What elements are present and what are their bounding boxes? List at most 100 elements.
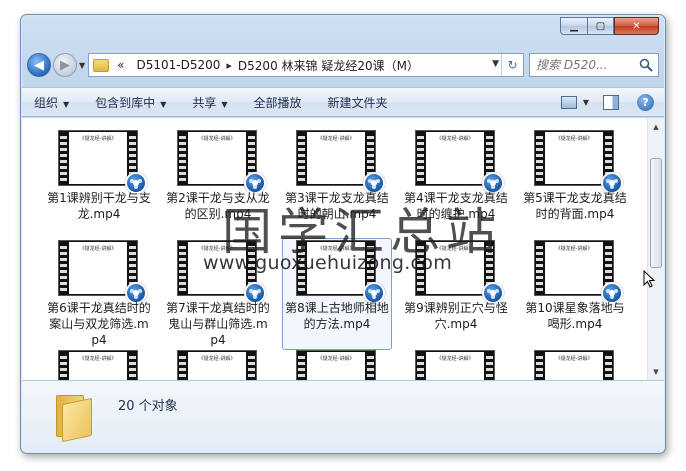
video-thumbnail: 《疑龙经-讲解》 bbox=[534, 130, 623, 194]
film-strip bbox=[536, 353, 543, 380]
thumbnail-frame: 《疑龙经-讲解》 bbox=[545, 352, 603, 380]
video-thumbnail: 《疑龙经-讲解》 bbox=[534, 240, 623, 304]
thumbnail-caption: 《疑龙经-讲解》 bbox=[79, 356, 117, 362]
thumbnail-frame: 《疑龙经-讲解》 bbox=[188, 132, 246, 184]
organize-menu[interactable]: 组织 ▼ bbox=[34, 94, 69, 111]
thumbnail-caption: 《疑龙经-讲解》 bbox=[317, 356, 355, 362]
thumbnail-frame: 《疑龙经-讲解》 bbox=[69, 352, 127, 380]
folder-icon bbox=[93, 58, 110, 72]
file-item[interactable]: 《疑龙经-讲解》第5课干龙支龙真结时的背面.mp4 bbox=[520, 128, 630, 240]
thumbnail-frame: 《疑龙经-讲解》 bbox=[307, 132, 365, 184]
change-view-icon[interactable] bbox=[560, 96, 577, 109]
refresh-button[interactable]: ↻ bbox=[501, 54, 523, 76]
caret-down-icon[interactable]: ▼ bbox=[583, 98, 589, 107]
film-strip bbox=[536, 243, 543, 293]
film-strip bbox=[129, 353, 136, 380]
file-item[interactable]: 《疑龙经-讲解》第1课辨别干龙与支龙.mp4 bbox=[44, 128, 154, 240]
film-strip bbox=[60, 243, 67, 293]
preview-pane-icon[interactable] bbox=[603, 95, 619, 110]
chevron-down-icon[interactable]: ▼ bbox=[492, 59, 499, 69]
file-item[interactable]: 《疑龙经-讲解》第8课上古地师相地的方法.mp4 bbox=[282, 238, 392, 350]
thumbnail-frame: 《疑龙经-讲解》 bbox=[545, 132, 603, 184]
file-name: 第5课干龙支龙真结时的背面.mp4 bbox=[523, 191, 627, 221]
refresh-icon: ↻ bbox=[507, 58, 518, 72]
thumbnail-frame: 《疑龙经-讲解》 bbox=[307, 352, 365, 380]
search-icon[interactable] bbox=[639, 58, 653, 72]
folder-icon bbox=[56, 395, 96, 443]
thumbnail-caption: 《疑龙经-讲解》 bbox=[436, 136, 474, 142]
file-item[interactable]: 《疑龙经-讲解》 bbox=[520, 348, 630, 380]
film-strip bbox=[179, 133, 186, 183]
share-menu[interactable]: 共享 ▼ bbox=[192, 94, 227, 111]
file-list-view[interactable]: 《疑龙经-讲解》 第1课辨别干龙与支龙.mp4 《疑龙经-讲解》 第2课干龙与支从龙的… bbox=[22, 118, 664, 380]
film-strip bbox=[60, 133, 67, 183]
file-item[interactable]: 《疑龙经-讲解》 第9课辨别正穴与怪穴.mp4 bbox=[401, 238, 511, 350]
help-icon[interactable]: ? bbox=[637, 94, 654, 111]
file-name: 第10课星象落地与喝形.mp4 bbox=[525, 301, 625, 331]
scrollbar-thumb[interactable] bbox=[650, 158, 662, 268]
file-name: 第4课干龙支龙真结时的缠护.mp4 bbox=[404, 191, 508, 221]
maximize-button[interactable]: ▢ bbox=[587, 17, 614, 35]
file-name: 第7课干龙真结时的鬼山与群山筛选.mp4 bbox=[166, 301, 270, 347]
back-button[interactable]: ◀ bbox=[27, 53, 51, 77]
film-strip bbox=[298, 353, 305, 380]
scroll-up-icon[interactable]: ▲ bbox=[648, 118, 664, 135]
play-all-button[interactable]: 全部播放 bbox=[254, 94, 302, 111]
thumbnail-caption: 《疑龙经-讲解》 bbox=[79, 246, 117, 252]
thumbnail-frame: 《疑龙经-讲解》 bbox=[426, 352, 484, 380]
film-strip bbox=[536, 133, 543, 183]
thumbnail-frame: 《疑龙经-讲解》 bbox=[426, 132, 484, 184]
search-input[interactable] bbox=[536, 58, 636, 72]
film-strip bbox=[605, 353, 612, 380]
caret-down-icon: ▼ bbox=[160, 99, 167, 109]
include-in-library-menu[interactable]: 包含到库中 ▼ bbox=[95, 94, 166, 111]
thumbnail-caption: 《疑龙经-讲解》 bbox=[317, 246, 355, 252]
new-folder-button[interactable]: 新建文件夹 bbox=[328, 94, 388, 111]
thumbnail-caption: 《疑龙经-讲解》 bbox=[555, 136, 593, 142]
breadcrumb-overflow[interactable]: « bbox=[117, 58, 124, 72]
forward-button[interactable]: ▶ bbox=[53, 53, 77, 77]
video-thumbnail: 《疑龙经-讲解》 bbox=[415, 130, 504, 194]
file-item[interactable]: 《疑龙经-讲解》 bbox=[282, 348, 392, 380]
caret-down-icon: ▼ bbox=[63, 99, 70, 109]
file-item[interactable]: 《疑龙经-讲解》 bbox=[163, 348, 273, 380]
breadcrumb-item-2[interactable]: D5200 林来锦 疑龙经20课（M） bbox=[238, 57, 419, 74]
file-item[interactable]: 《疑龙经-讲解》 第6课干龙真结时的案山与双龙筛选.mp4 bbox=[44, 238, 154, 350]
address-bar[interactable]: « D5101-D5200 ▸ D5200 林来锦 疑龙经20课（M） ▼ ↻ bbox=[88, 53, 524, 77]
toolbar-right: ▼ ? bbox=[560, 94, 654, 111]
thumbnail-frame: 《疑龙经-讲解》 bbox=[307, 242, 365, 294]
thumbnail-caption: 《疑龙经-讲解》 bbox=[436, 356, 474, 362]
minimize-button[interactable]: ▁ bbox=[560, 17, 587, 35]
address-row: ◀ ▶ ▼ « D5101-D5200 ▸ D5200 林来锦 疑龙经20课（M… bbox=[27, 51, 659, 79]
thumbnail-caption: 《疑龙经-讲解》 bbox=[436, 246, 474, 252]
file-item[interactable]: 《疑龙经-讲解》 bbox=[401, 348, 511, 380]
video-thumbnail: 《疑龙经-讲解》 bbox=[296, 350, 376, 380]
breadcrumb-item-1[interactable]: D5101-D5200 bbox=[137, 58, 221, 72]
item-count: 20 个对象 bbox=[118, 399, 178, 414]
thumbnail-frame: 《疑龙经-讲解》 bbox=[545, 242, 603, 294]
thumbnail-caption: 《疑龙经-讲解》 bbox=[198, 356, 236, 362]
file-item[interactable]: 《疑龙经-讲解》 第3课干龙支龙真结时的朝山.mp4 bbox=[282, 128, 392, 240]
file-name: 第8课上古地师相地的方法.mp4 bbox=[285, 301, 389, 331]
close-button[interactable]: ✕ bbox=[614, 17, 659, 35]
recent-pages-dropdown[interactable]: ▼ bbox=[79, 61, 85, 70]
thumbnail-caption: 《疑龙经-讲解》 bbox=[555, 356, 593, 362]
thumbnail-caption: 《疑龙经-讲解》 bbox=[79, 136, 117, 142]
file-item[interactable]: 《疑龙经-讲解》 第2课干龙与支从龙的区别.mp4 bbox=[163, 128, 273, 240]
file-item[interactable]: 《疑龙经-讲解》 第7课干龙真结时的鬼山与群山筛选.mp4 bbox=[163, 238, 273, 350]
arrow-left-icon: ◀ bbox=[34, 57, 44, 73]
file-item[interactable]: 《疑龙经-讲解》 bbox=[44, 348, 154, 380]
video-thumbnail: 《疑龙经-讲解》 bbox=[296, 130, 385, 194]
film-strip bbox=[417, 133, 424, 183]
search-box bbox=[529, 53, 659, 77]
chevron-right-icon[interactable]: ▸ bbox=[226, 59, 232, 72]
explorer-window: ▁ ▢ ✕ ◀ ▶ ▼ « D5101-D5200 ▸ D5200 林来锦 疑龙… bbox=[20, 14, 666, 454]
file-item[interactable]: 《疑龙经-讲解》第10课星象落地与喝形.mp4 bbox=[520, 238, 630, 350]
file-name: 第1课辨别干龙与支龙.mp4 bbox=[47, 191, 151, 221]
film-strip bbox=[179, 243, 186, 293]
film-strip bbox=[60, 353, 67, 380]
file-item[interactable]: 《疑龙经-讲解》第4课干龙支龙真结时的缠护.mp4 bbox=[401, 128, 511, 240]
thumbnail-caption: 《疑龙经-讲解》 bbox=[198, 136, 236, 142]
vertical-scrollbar[interactable]: ▲ ▼ bbox=[647, 118, 664, 380]
scroll-down-icon[interactable]: ▼ bbox=[648, 363, 664, 380]
